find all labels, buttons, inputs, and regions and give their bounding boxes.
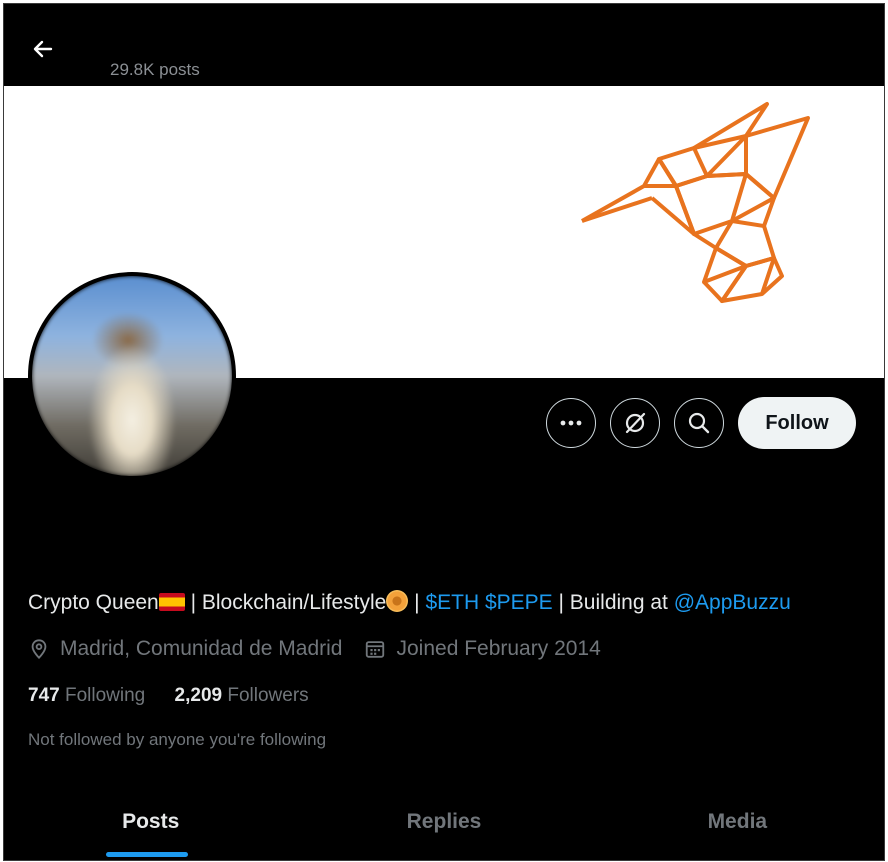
profile-bio: Crypto Queen | Blockchain/Lifestyle | $E… [28, 590, 868, 615]
profile-tabs: Posts Replies Media [4, 784, 884, 860]
location-pin-icon [31, 639, 47, 660]
arrow-left-icon [33, 40, 53, 58]
not-followed-note: Not followed by anyone you're following [28, 730, 327, 749]
calendar-icon [366, 641, 385, 658]
profile-page: 29.8K posts Follow Crypto Queen | Blockc… [3, 3, 885, 861]
location-text: Madrid, Comunidad de Madrid [60, 637, 343, 660]
followers-link[interactable]: 2,209 Followers [175, 685, 309, 706]
tab-replies[interactable]: Replies [297, 784, 590, 860]
profile-meta: Madrid, Comunidad de Madrid Joined Febru… [28, 637, 601, 661]
more-button[interactable] [546, 398, 596, 448]
joined-text: Joined February 2014 [396, 637, 601, 660]
followers-label: Followers [227, 685, 309, 706]
tab-media[interactable]: Media [591, 784, 884, 860]
more-horizontal-icon [560, 420, 582, 426]
following-label: Following [64, 685, 146, 706]
back-button[interactable] [26, 32, 60, 66]
bio-mention-link[interactable]: @AppBuzzu [674, 591, 791, 614]
follow-button[interactable]: Follow [738, 397, 856, 449]
grok-button[interactable] [610, 398, 660, 448]
bio-text-topic: | Blockchain/Lifestyle [184, 591, 387, 614]
sunflower-icon [386, 590, 409, 612]
tab-posts[interactable]: Posts [4, 784, 297, 860]
profile-stats: 747 Following 2,209 Followers [28, 685, 309, 707]
avatar-photo [32, 276, 232, 476]
bio-text-building: | Building at [552, 591, 674, 614]
grok-icon [625, 412, 646, 434]
profile-avatar[interactable] [28, 272, 236, 480]
location-item: Madrid, Comunidad de Madrid [28, 637, 342, 661]
search-icon [688, 412, 710, 434]
bio-text-name: Crypto Queen [28, 591, 159, 614]
following-count: 747 [28, 685, 60, 706]
joined-item: Joined February 2014 [364, 637, 601, 661]
posts-count: 29.8K posts [110, 60, 200, 79]
search-button[interactable] [674, 398, 724, 448]
bio-cashtags[interactable]: $ETH $PEPE [425, 591, 552, 614]
following-link[interactable]: 747 Following [28, 685, 151, 706]
spain-flag-icon [158, 593, 185, 611]
followers-count: 2,209 [174, 685, 223, 706]
bio-separator: | [408, 591, 426, 614]
active-tab-indicator [106, 852, 188, 857]
